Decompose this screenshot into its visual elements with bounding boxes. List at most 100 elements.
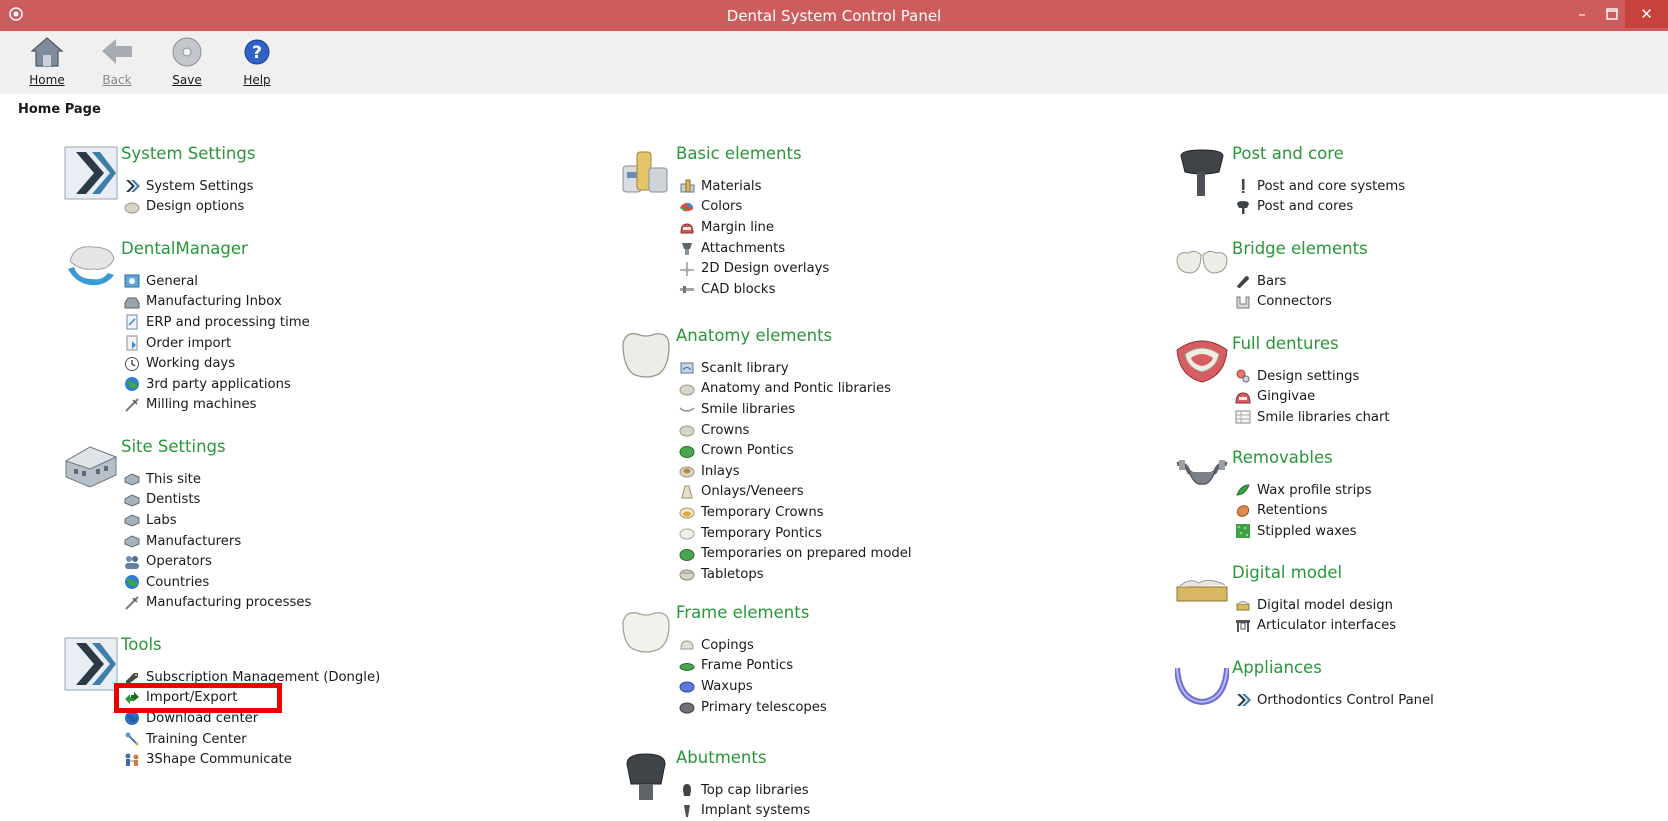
link-onlays-veneers[interactable]: Onlays/Veneers [679, 482, 912, 503]
link-retentions[interactable]: Retentions [1235, 501, 1372, 522]
link-primary-telescopes[interactable]: Primary telescopes [679, 697, 827, 718]
link-copings[interactable]: Copings [679, 635, 827, 656]
section-heading[interactable]: Removables [1232, 448, 1333, 467]
link-import-export[interactable]: Import/Export [124, 688, 380, 709]
section-heading[interactable]: Digital model [1232, 563, 1342, 582]
link-tabletops[interactable]: Tabletops [679, 564, 912, 585]
link-subscription-management[interactable]: Subscription Management (Dongle) [124, 667, 380, 688]
link-general[interactable]: General [124, 271, 310, 292]
building-icon [124, 494, 140, 507]
implant-icon [684, 804, 690, 817]
link-design-options[interactable]: Design options [124, 197, 253, 218]
back-label: Back [102, 73, 132, 87]
link-post-and-cores[interactable]: Post and cores [1235, 197, 1405, 218]
link-design-settings[interactable]: Design settings [1235, 366, 1390, 387]
link-temporary-pontics[interactable]: Temporary Pontics [679, 523, 912, 544]
telescope-icon [679, 702, 695, 714]
link-anatomy-pontic-libraries[interactable]: Anatomy and Pontic libraries [679, 379, 912, 400]
link-manufacturing-processes[interactable]: Manufacturing processes [124, 593, 311, 614]
link-implant-systems[interactable]: Implant systems [679, 801, 810, 821]
home-button[interactable]: Home [17, 35, 77, 87]
link-connectors[interactable]: Connectors [1235, 292, 1332, 313]
link-smile-libraries[interactable]: Smile libraries [679, 399, 912, 420]
tabletop-icon [679, 569, 695, 581]
home-label: Home [29, 73, 65, 87]
link-manufacturers[interactable]: Manufacturers [124, 531, 311, 552]
section-heading[interactable]: Tools [121, 635, 162, 654]
link-cad-blocks[interactable]: CAD blocks [679, 279, 829, 300]
help-button[interactable]: ? Help [227, 35, 287, 87]
link-bars[interactable]: Bars [1235, 271, 1332, 292]
link-download-center[interactable]: Download center [124, 708, 380, 729]
link-dentists[interactable]: Dentists [124, 490, 311, 511]
link-2d-design-overlays[interactable]: 2D Design overlays [679, 258, 829, 279]
section-heading[interactable]: Site Settings [121, 437, 226, 456]
section-heading[interactable]: Basic elements [676, 144, 802, 163]
link-frame-pontics[interactable]: Frame Pontics [679, 656, 827, 677]
maximize-icon [1606, 8, 1618, 20]
save-button[interactable]: Save [157, 35, 217, 87]
link-smile-libraries-chart[interactable]: Smile libraries chart [1235, 407, 1390, 428]
smile-icon [679, 407, 695, 413]
tooth-icon [679, 384, 695, 396]
section-heading[interactable]: DentalManager [121, 239, 248, 258]
section-heading[interactable]: Anatomy elements [676, 326, 832, 345]
link-scanit-library[interactable]: ScanIt library [679, 358, 912, 379]
link-crown-pontics[interactable]: Crown Pontics [679, 440, 912, 461]
milling-tool-icon [125, 596, 139, 610]
dental-manager-icon [68, 246, 115, 286]
tooth-icon [679, 425, 695, 437]
section-heading[interactable]: Abutments [676, 748, 766, 767]
link-inlays[interactable]: Inlays [679, 461, 912, 482]
link-colors[interactable]: Colors [679, 197, 829, 218]
link-system-settings[interactable]: System Settings [124, 176, 253, 197]
link-working-days[interactable]: Working days [124, 353, 310, 374]
link-waxups[interactable]: Waxups [679, 676, 827, 697]
link-temporaries-prepared-model[interactable]: Temporaries on prepared model [679, 543, 912, 564]
link-3shape-communicate[interactable]: 3Shape Communicate [124, 749, 380, 770]
system-settings-icon [64, 146, 118, 200]
link-digital-model-design[interactable]: Digital model design [1235, 595, 1396, 616]
section-heading[interactable]: Frame elements [676, 603, 809, 622]
link-crowns[interactable]: Crowns [679, 420, 912, 441]
abutment-icon [626, 753, 666, 800]
link-margin-line[interactable]: Margin line [679, 217, 829, 238]
section-heading[interactable]: System Settings [121, 144, 255, 163]
link-3rd-party-applications[interactable]: 3rd party applications [124, 374, 310, 395]
link-manufacturing-inbox[interactable]: Manufacturing Inbox [124, 292, 310, 313]
link-post-core-systems[interactable]: Post and core systems [1235, 176, 1405, 197]
section-heading[interactable]: Bridge elements [1232, 239, 1368, 258]
link-milling-machines[interactable]: Milling machines [124, 395, 310, 416]
removable-frame-icon [1176, 460, 1228, 485]
wax-strip-icon [1236, 484, 1250, 496]
globe-icon [125, 575, 139, 590]
section-heading[interactable]: Post and core [1232, 144, 1344, 163]
link-operators[interactable]: Operators [124, 551, 311, 572]
link-attachments[interactable]: Attachments [679, 238, 829, 259]
link-articulator-interfaces[interactable]: Articulator interfaces [1235, 616, 1396, 637]
attachment-icon [682, 243, 692, 256]
link-training-center[interactable]: Training Center [124, 729, 380, 750]
link-erp-processing-time[interactable]: ERP and processing time [124, 312, 310, 333]
basic-elements-icon [622, 151, 668, 193]
milling-tool-icon [125, 398, 139, 412]
back-button[interactable]: Back [87, 35, 147, 87]
link-gingivae[interactable]: Gingivae [1235, 387, 1390, 408]
link-wax-profile-strips[interactable]: Wax profile strips [1235, 480, 1372, 501]
section-heading[interactable]: Full dentures [1232, 334, 1339, 353]
chevron-logo-icon [1237, 694, 1251, 707]
section-heading[interactable]: Appliances [1232, 658, 1322, 677]
globe-icon [125, 711, 139, 726]
frame-pontic-icon [679, 662, 695, 671]
denture-icon [1176, 340, 1228, 383]
link-stippled-waxes[interactable]: Stippled waxes [1235, 521, 1372, 542]
link-materials[interactable]: Materials [679, 176, 829, 197]
link-order-import[interactable]: Order import [124, 333, 310, 354]
link-this-site[interactable]: This site [124, 469, 311, 490]
link-top-cap-libraries[interactable]: Top cap libraries [679, 780, 810, 801]
link-temporary-crowns[interactable]: Temporary Crowns [679, 502, 912, 523]
link-countries[interactable]: Countries [124, 572, 311, 593]
close-button[interactable]: ✕ [1625, 0, 1668, 28]
link-orthodontics-control-panel[interactable]: Orthodontics Control Panel [1235, 690, 1434, 711]
link-labs[interactable]: Labs [124, 510, 311, 531]
